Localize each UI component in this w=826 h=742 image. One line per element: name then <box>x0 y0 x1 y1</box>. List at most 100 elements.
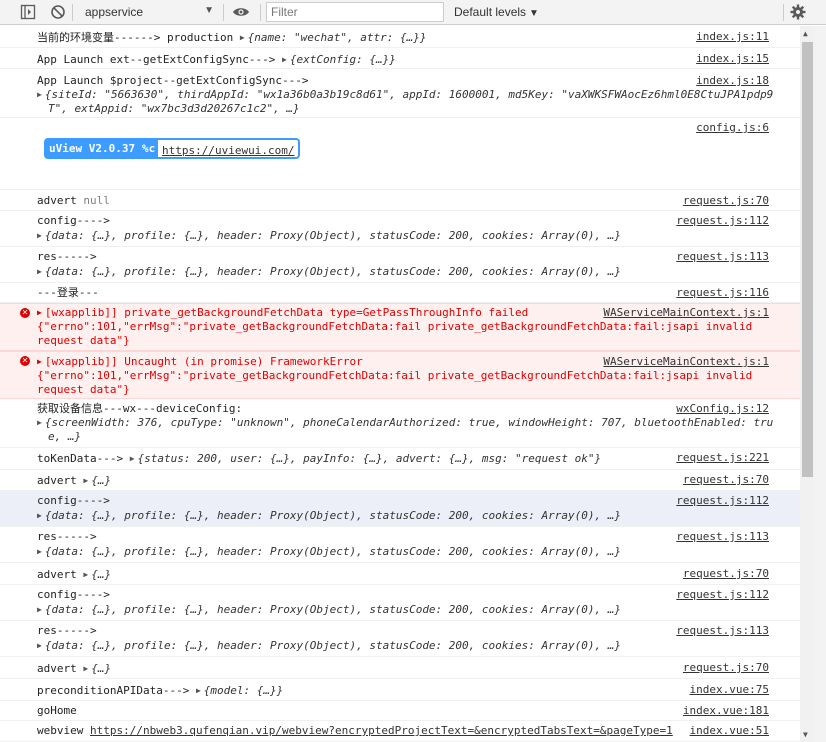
context-select[interactable]: appservice ▼ <box>78 1 218 23</box>
source-link[interactable]: request.js:70 <box>683 661 769 675</box>
expand-triangle-icon[interactable]: ▶ <box>37 418 42 427</box>
source-link[interactable]: request.js:113 <box>676 624 769 638</box>
error-detail: {"errno":101,"errMsg":"private_getBackgr… <box>37 369 753 382</box>
message-text: advert <box>37 662 77 675</box>
scroll-down-icon[interactable]: ▼ <box>803 730 808 739</box>
expand-triangle-icon[interactable]: ▶ <box>130 454 135 463</box>
null-value: null <box>83 194 110 207</box>
object-preview[interactable]: {model: {…}} <box>204 684 283 697</box>
object-preview-wrap: e, …} <box>48 430 82 443</box>
toolbar-divider <box>260 4 261 21</box>
source-link[interactable]: index.js:18 <box>696 74 769 88</box>
source-link[interactable]: index.vue:51 <box>683 724 769 738</box>
object-preview[interactable]: {data: {…}, profile: {…}, header: Proxy(… <box>45 603 621 616</box>
scroll-up-icon[interactable]: ▲ <box>803 29 808 38</box>
expand-triangle-icon[interactable]: ▶ <box>83 570 88 579</box>
expand-triangle-icon[interactable]: ▶ <box>282 55 287 64</box>
expand-triangle-icon[interactable]: ▶ <box>240 33 245 42</box>
source-link[interactable]: WAServiceMainContext.js:1 <box>603 306 769 320</box>
object-preview[interactable]: {extConfig: {…}} <box>290 53 396 66</box>
source-link[interactable]: request.js:112 <box>676 588 769 602</box>
message-text: 当前的环境变量------> production <box>37 31 234 44</box>
log-levels-dropdown[interactable]: Default levels ▼ <box>454 5 539 19</box>
source-link[interactable]: request.js:221 <box>676 451 769 465</box>
object-preview[interactable]: {data: {…}, profile: {…}, header: Proxy(… <box>45 265 621 278</box>
error-text: [wxapplib]] Uncaught (in promise) Framew… <box>44 355 363 368</box>
object-preview-wrap: T", extAppid: "wx7bc3d3d20267c1c2", …} <box>48 102 300 115</box>
expand-triangle-icon[interactable]: ▶ <box>37 267 42 276</box>
uview-badge: uView V2.0.37 <box>44 138 141 159</box>
error-detail-wrap: request data"} <box>37 383 130 396</box>
source-link[interactable]: request.js:113 <box>676 250 769 264</box>
expand-triangle-icon[interactable]: ▶ <box>37 547 42 556</box>
source-link[interactable]: wxConfig.js:12 <box>676 402 769 416</box>
console-message: res-----> ▶ {data: {…}, profile: {…}, hea… <box>0 621 800 657</box>
expand-triangle-icon[interactable]: ▶ <box>37 308 42 317</box>
console-message: ---登录--- request.js:116 <box>0 283 800 303</box>
eye-icon[interactable] <box>232 4 249 20</box>
source-link[interactable]: WAServiceMainContext.js:1 <box>603 355 769 369</box>
object-preview[interactable]: {siteId: "5663630", thirdAppId: "wx1a36b… <box>45 88 773 101</box>
expand-triangle-icon[interactable]: ▶ <box>37 641 42 650</box>
console-message: res-----> ▶ {data: {…}, profile: {…}, hea… <box>0 247 800 283</box>
error-icon: ✕ <box>20 356 30 366</box>
console-message: advert null request.js:70 <box>0 190 800 211</box>
message-text: config----> <box>37 214 110 227</box>
scrollbar-thumb[interactable] <box>802 42 813 477</box>
clear-console-icon[interactable] <box>50 4 66 20</box>
object-preview[interactable]: {…} <box>91 474 111 487</box>
error-detail-wrap: request data"} <box>37 334 130 347</box>
expand-triangle-icon[interactable]: ▶ <box>83 476 88 485</box>
object-preview[interactable]: {…} <box>91 568 111 581</box>
vertical-scrollbar[interactable]: ▲ ▼ <box>800 26 815 742</box>
toolbar-divider <box>783 4 784 21</box>
gear-icon[interactable] <box>790 4 806 20</box>
filter-input[interactable] <box>266 2 444 22</box>
source-link[interactable]: request.js:112 <box>676 214 769 228</box>
expand-triangle-icon[interactable]: ▶ <box>37 231 42 240</box>
object-preview[interactable]: {data: {…}, profile: {…}, header: Proxy(… <box>45 509 621 522</box>
source-link[interactable]: request.js:116 <box>676 286 769 300</box>
console-message: advert ▶ {…} request.js:70 <box>0 470 800 491</box>
object-preview[interactable]: {data: {…}, profile: {…}, header: Proxy(… <box>45 229 621 242</box>
expand-triangle-icon[interactable]: ▶ <box>37 511 42 520</box>
object-preview[interactable]: {data: {…}, profile: {…}, header: Proxy(… <box>45 545 621 558</box>
object-preview[interactable]: {status: 200, user: {…}, payInfo: {…}, a… <box>138 452 602 465</box>
console-message: advert ▶ {…} request.js:70 <box>0 563 800 585</box>
console-message: webview https://nbweb3.qufenqian.vip/web… <box>0 721 800 742</box>
message-text: goHome <box>37 704 77 717</box>
source-link[interactable]: index.js:11 <box>696 30 769 44</box>
source-link[interactable]: index.js:15 <box>696 52 769 66</box>
object-preview[interactable]: {name: "wechat", attr: {…}} <box>248 31 427 44</box>
chevron-down-icon: ▼ <box>529 8 539 19</box>
source-link[interactable]: request.js:113 <box>676 530 769 544</box>
expand-triangle-icon[interactable]: ▶ <box>196 686 201 695</box>
object-preview[interactable]: {…} <box>91 662 111 675</box>
source-link[interactable]: index.vue:181 <box>683 704 769 718</box>
uview-link[interactable]: https://uviewui.com/ <box>156 138 301 159</box>
source-link[interactable]: request.js:70 <box>683 194 769 208</box>
message-text: advert <box>37 568 77 581</box>
expand-triangle-icon[interactable]: ▶ <box>37 605 42 614</box>
source-link[interactable]: config.js:6 <box>696 121 769 135</box>
console-message: App Launch $project--getExtConfigSync---… <box>0 69 800 118</box>
toggle-sidebar-icon[interactable] <box>20 4 36 20</box>
message-text: advert <box>37 194 77 207</box>
error-text: [wxapplib]] private_getBackgroundFetchDa… <box>44 306 529 319</box>
expand-triangle-icon[interactable]: ▶ <box>37 90 42 99</box>
expand-triangle-icon[interactable]: ▶ <box>83 664 88 673</box>
console-message: uView V2.0.37 %c https://uviewui.com/ co… <box>0 118 800 190</box>
source-link[interactable]: request.js:70 <box>683 567 769 581</box>
message-text: res-----> <box>37 624 97 637</box>
toolbar-divider <box>223 4 224 21</box>
object-preview[interactable]: {data: {…}, profile: {…}, header: Proxy(… <box>45 639 621 652</box>
console-message: preconditionAPIData---> ▶ {model: {…}} in… <box>0 679 800 701</box>
console-message: toKenData---> ▶ {status: 200, user: {…}, … <box>0 448 800 470</box>
url-link[interactable]: https://nbweb3.qufenqian.vip/webview?enc… <box>90 724 673 737</box>
source-link[interactable]: index.vue:75 <box>690 683 769 697</box>
expand-triangle-icon[interactable]: ▶ <box>37 357 42 366</box>
source-link[interactable]: request.js:70 <box>683 473 769 487</box>
message-text: config----> <box>37 494 110 507</box>
object-preview[interactable]: {screenWidth: 376, cpuType: "unknown", p… <box>45 416 773 429</box>
source-link[interactable]: request.js:112 <box>676 494 769 508</box>
